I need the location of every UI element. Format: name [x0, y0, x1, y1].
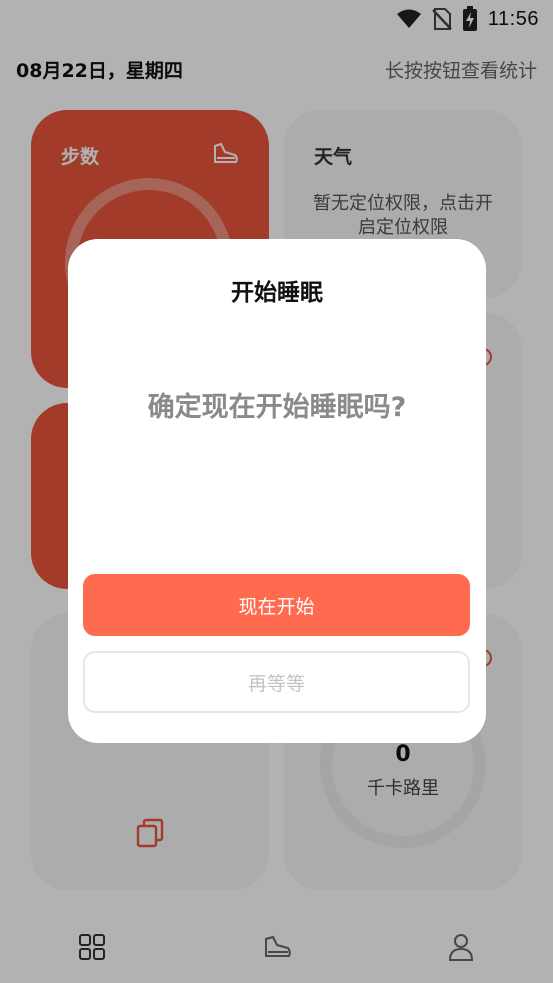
start-sleep-dialog: 开始睡眠 确定现在开始睡眠吗? 现在开始 再等等 — [68, 239, 486, 743]
wait-button[interactable]: 再等等 — [83, 651, 470, 713]
dialog-title: 开始睡眠 — [231, 280, 323, 306]
dialog-message: 确定现在开始睡眠吗? — [147, 392, 407, 423]
start-now-button[interactable]: 现在开始 — [83, 574, 470, 636]
